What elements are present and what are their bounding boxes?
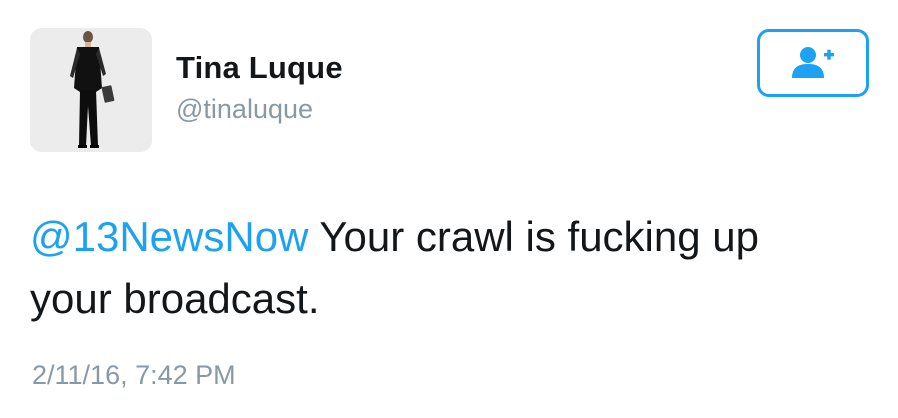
author-name[interactable]: Tina Luque	[176, 50, 343, 86]
tweet-text-line2: your broadcast.	[30, 275, 320, 322]
avatar-photo	[30, 28, 152, 152]
timestamp[interactable]: 2/11/16, 7:42 PM	[32, 360, 236, 391]
mention-link[interactable]: @13NewsNow	[30, 213, 308, 260]
tweet-card: Tina Luque @tinaluque @13NewsNow Your cr…	[0, 0, 898, 418]
avatar[interactable]	[30, 28, 152, 152]
author-handle[interactable]: @tinaluque	[176, 94, 313, 125]
tweet-text-line1: Your crawl is fucking up	[308, 213, 759, 260]
follow-button[interactable]	[757, 29, 869, 97]
add-user-icon	[792, 47, 834, 78]
tweet-text: @13NewsNow Your crawl is fucking up your …	[30, 206, 880, 330]
